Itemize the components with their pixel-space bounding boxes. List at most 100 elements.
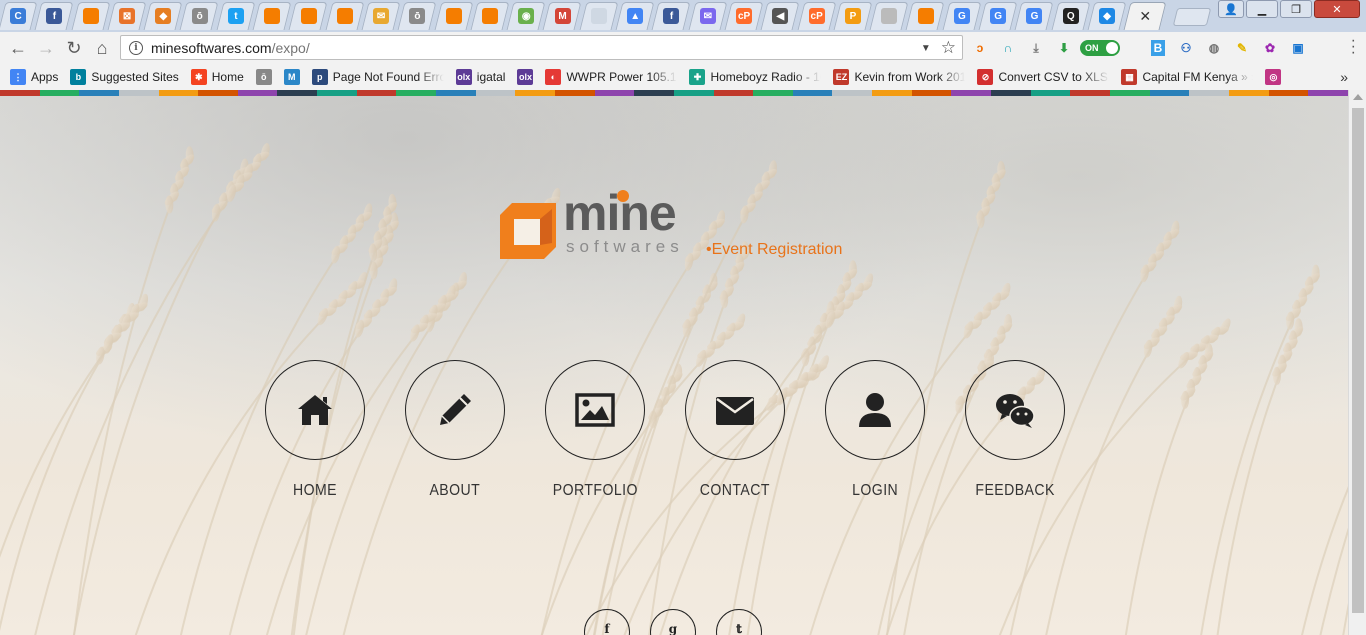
nav-home[interactable]: HOME [265,360,365,500]
nav-feedback[interactable]: FEEDBACK [965,360,1065,500]
browser-tab[interactable]: M [544,2,580,30]
bookmark-label: Homeboyz Radio - 10 [710,70,822,84]
back-button[interactable]: ← [4,34,32,62]
nav-portfolio[interactable]: PORTFOLIO [545,360,645,500]
bookmark-item[interactable]: EZ Kevin from Work 2015 [833,69,965,85]
bookmark-item[interactable]: ◎ [1265,69,1282,85]
bookmark-item[interactable]: olx igatal [455,69,506,85]
browser-tab[interactable]: G [944,2,980,30]
bookmark-item[interactable]: ◐ WWPR Power 105.1 F [545,69,677,85]
twitter-icon[interactable]: 𝕥 [716,609,762,635]
scroll-up-arrow[interactable] [1353,94,1363,100]
forward-button[interactable]: → [32,34,60,62]
nav-label: LOGIN [851,482,899,499]
browser-tab[interactable]: Q [1053,2,1089,30]
window-close-button[interactable]: ✕ [1314,0,1360,18]
nav-circle[interactable] [545,360,645,460]
browser-tab[interactable]: G [980,2,1016,30]
browser-tab[interactable]: ◆ [1089,2,1125,30]
browser-tab[interactable] [436,2,472,30]
nav-circle[interactable] [825,360,925,460]
browser-tab[interactable]: ō [181,2,217,30]
home-button[interactable]: ⌂ [88,34,116,62]
on-toggle[interactable]: ON [1080,40,1120,56]
bookmark-item[interactable]: b Suggested Sites [70,69,179,85]
bookmark-item[interactable]: ⊘ Convert CSV to XLSX [977,69,1109,85]
more-bookmarks-button[interactable]: » [1340,69,1348,85]
bookmark-item[interactable]: ✱ Home [190,69,244,85]
tab-close-icon[interactable]: ✕ [1139,8,1151,25]
download-green-icon[interactable]: ⬇ [1052,36,1076,60]
nav-label: ABOUT [429,482,481,499]
bookmark-label: igatal [476,70,506,84]
browser-tab[interactable]: ✉ [690,2,726,30]
nav-circle[interactable] [685,360,785,460]
nav-login[interactable]: LOGIN [825,360,925,500]
browser-tab[interactable] [581,2,617,30]
facebook-icon: f [663,8,680,24]
headphones-icon[interactable]: ∩ [996,36,1020,60]
extensions-area: ɔ ∩ ⤓ ⬇ ON [968,36,1120,60]
nav-about[interactable]: ABOUT [405,360,505,500]
browser-tab[interactable]: t [218,2,254,30]
browser-tab[interactable]: G [1016,2,1052,30]
nav-circle[interactable] [265,360,365,460]
bookmark-item[interactable]: p Page Not Found Error [311,69,444,85]
minimize-button[interactable]: ▁ [1246,0,1278,18]
browser-tab[interactable]: ◆ [145,2,181,30]
browser-tab[interactable] [907,2,943,30]
nav-circle[interactable] [405,360,505,460]
browser-tab[interactable] [290,2,326,30]
active-tab[interactable]: ✕ [1125,2,1165,30]
browser-tab[interactable]: ◉ [508,2,544,30]
google-plus-icon[interactable]: g [650,609,696,635]
address-bar[interactable]: i minesoftwares.com/expo/ ▼ ☆ [120,35,963,60]
download-tray-icon[interactable]: ⤓ [1024,36,1048,60]
menu-icon[interactable]: · · · [1351,33,1356,61]
browser-tab[interactable]: C [0,2,36,30]
brush-icon[interactable]: ✎ [1230,36,1254,60]
bookmark-item[interactable]: ⋮ Apps [10,69,58,85]
profile-button[interactable]: 👤 [1218,0,1244,18]
nav-circle[interactable] [965,360,1065,460]
scroll-thumb[interactable] [1352,108,1364,613]
browser-tab[interactable]: cP [726,2,762,30]
bookmark-item[interactable]: ▦ Capital FM Kenya » » [1121,69,1253,85]
nav-contact[interactable]: CONTACT [685,360,785,500]
bookmark-item[interactable]: olx [517,69,534,85]
site-logo[interactable]: mine softwares •Event Registration [500,185,860,270]
browser-tab[interactable]: f [36,2,72,30]
browser-tab[interactable]: ⊠ [109,2,145,30]
window-ext-icon[interactable]: ▣ [1286,36,1310,60]
bookmark-item[interactable]: M [283,69,300,85]
facebook-icon[interactable]: f [584,609,630,635]
browser-tab[interactable]: f [653,2,689,30]
bookmark-item[interactable]: ✚ Homeboyz Radio - 10 [689,69,821,85]
bookmark-star-icon[interactable]: ☆ [941,38,956,58]
url-text[interactable]: minesoftwares.com/expo/ [151,40,310,56]
browser-tab[interactable] [254,2,290,30]
browser-tab[interactable] [73,2,109,30]
browser-tab[interactable]: ō [399,2,435,30]
browser-tab[interactable]: P [835,2,871,30]
cpanel-icon: cP [736,8,753,24]
maximize-button[interactable]: ❐ [1280,0,1312,18]
browser-tab[interactable]: ✉ [363,2,399,30]
browser-tab[interactable] [871,2,907,30]
scrollbar[interactable] [1348,90,1366,635]
badge-icon[interactable]: ⚇ [1174,36,1198,60]
browser-tab[interactable]: ◀ [762,2,798,30]
bookmark-item[interactable]: ō [255,69,272,85]
reload-button[interactable]: ↻ [60,34,88,62]
bootstrap-icon[interactable]: B [1146,36,1170,60]
browser-tab[interactable]: cP [799,2,835,30]
dropdown-arrow-icon[interactable]: ▼ [921,43,931,54]
puzzle-icon[interactable]: ✿ [1258,36,1282,60]
globe-icon[interactable]: ◍ [1202,36,1226,60]
browser-tab[interactable] [327,2,363,30]
info-icon[interactable]: i [129,40,143,55]
new-tab-button[interactable] [1172,8,1212,26]
bitly-icon[interactable]: ɔ [968,36,992,60]
browser-tab[interactable] [472,2,508,30]
browser-tab[interactable]: ▲ [617,2,653,30]
